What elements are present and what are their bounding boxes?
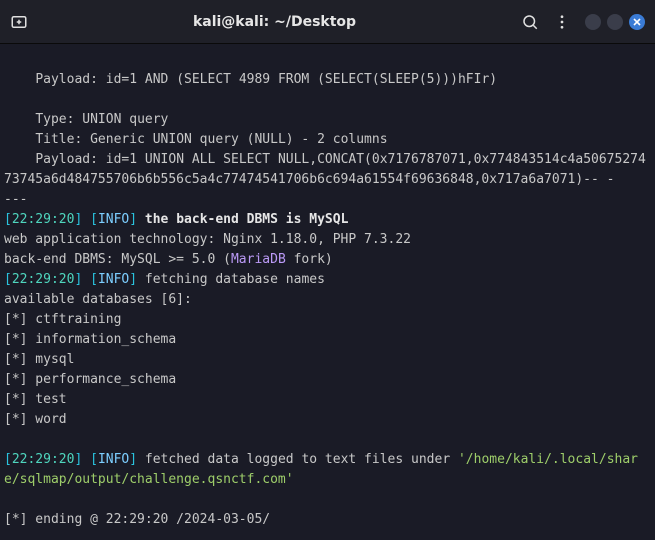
db-item-3: [*] mysql [4, 352, 74, 367]
terminal-output[interactable]: Payload: id=1 AND (SELECT 4989 FROM (SEL… [0, 44, 655, 540]
payload-line-1: Payload: id=1 AND (SELECT 4989 FROM (SEL… [4, 72, 497, 87]
title-line: Title: Generic UNION query (NULL) - 2 co… [4, 132, 388, 147]
new-tab-icon[interactable] [10, 13, 28, 31]
window-controls [585, 14, 645, 30]
title-bar: kali@kali: ~/Desktop [0, 0, 655, 44]
type-line: Type: UNION query [4, 112, 168, 127]
db-item-5: [*] test [4, 392, 67, 407]
close-button[interactable] [629, 14, 645, 30]
log-line-3: [22:29:20] [INFO] fetched data logged to… [4, 452, 638, 487]
db-item-4: [*] performance_schema [4, 372, 176, 387]
titlebar-right [521, 13, 645, 31]
tech-line: web application technology: Nginx 1.18.0… [4, 232, 411, 247]
search-icon[interactable] [521, 13, 539, 31]
log-line-2: [22:29:20] [INFO] fetching database name… [4, 272, 325, 287]
db-item-6: [*] word [4, 412, 67, 427]
minimize-button[interactable] [585, 14, 601, 30]
menu-icon[interactable] [553, 13, 571, 31]
dashes: --- [4, 192, 27, 207]
maximize-button[interactable] [607, 14, 623, 30]
payload-line-2: Payload: id=1 UNION ALL SELECT NULL,CONC… [4, 152, 646, 187]
log-line-1: [22:29:20] [INFO] the back-end DBMS is M… [4, 212, 348, 227]
db-item-1: [*] ctftraining [4, 312, 121, 327]
dbms-line: back-end DBMS: MySQL >= 5.0 (MariaDB for… [4, 252, 333, 267]
ending-line: [*] ending @ 22:29:20 /2024-03-05/ [4, 512, 270, 527]
window-title: kali@kali: ~/Desktop [193, 14, 356, 30]
available-dbs: available databases [6]: [4, 292, 192, 307]
db-item-2: [*] information_schema [4, 332, 176, 347]
titlebar-left [10, 13, 28, 31]
